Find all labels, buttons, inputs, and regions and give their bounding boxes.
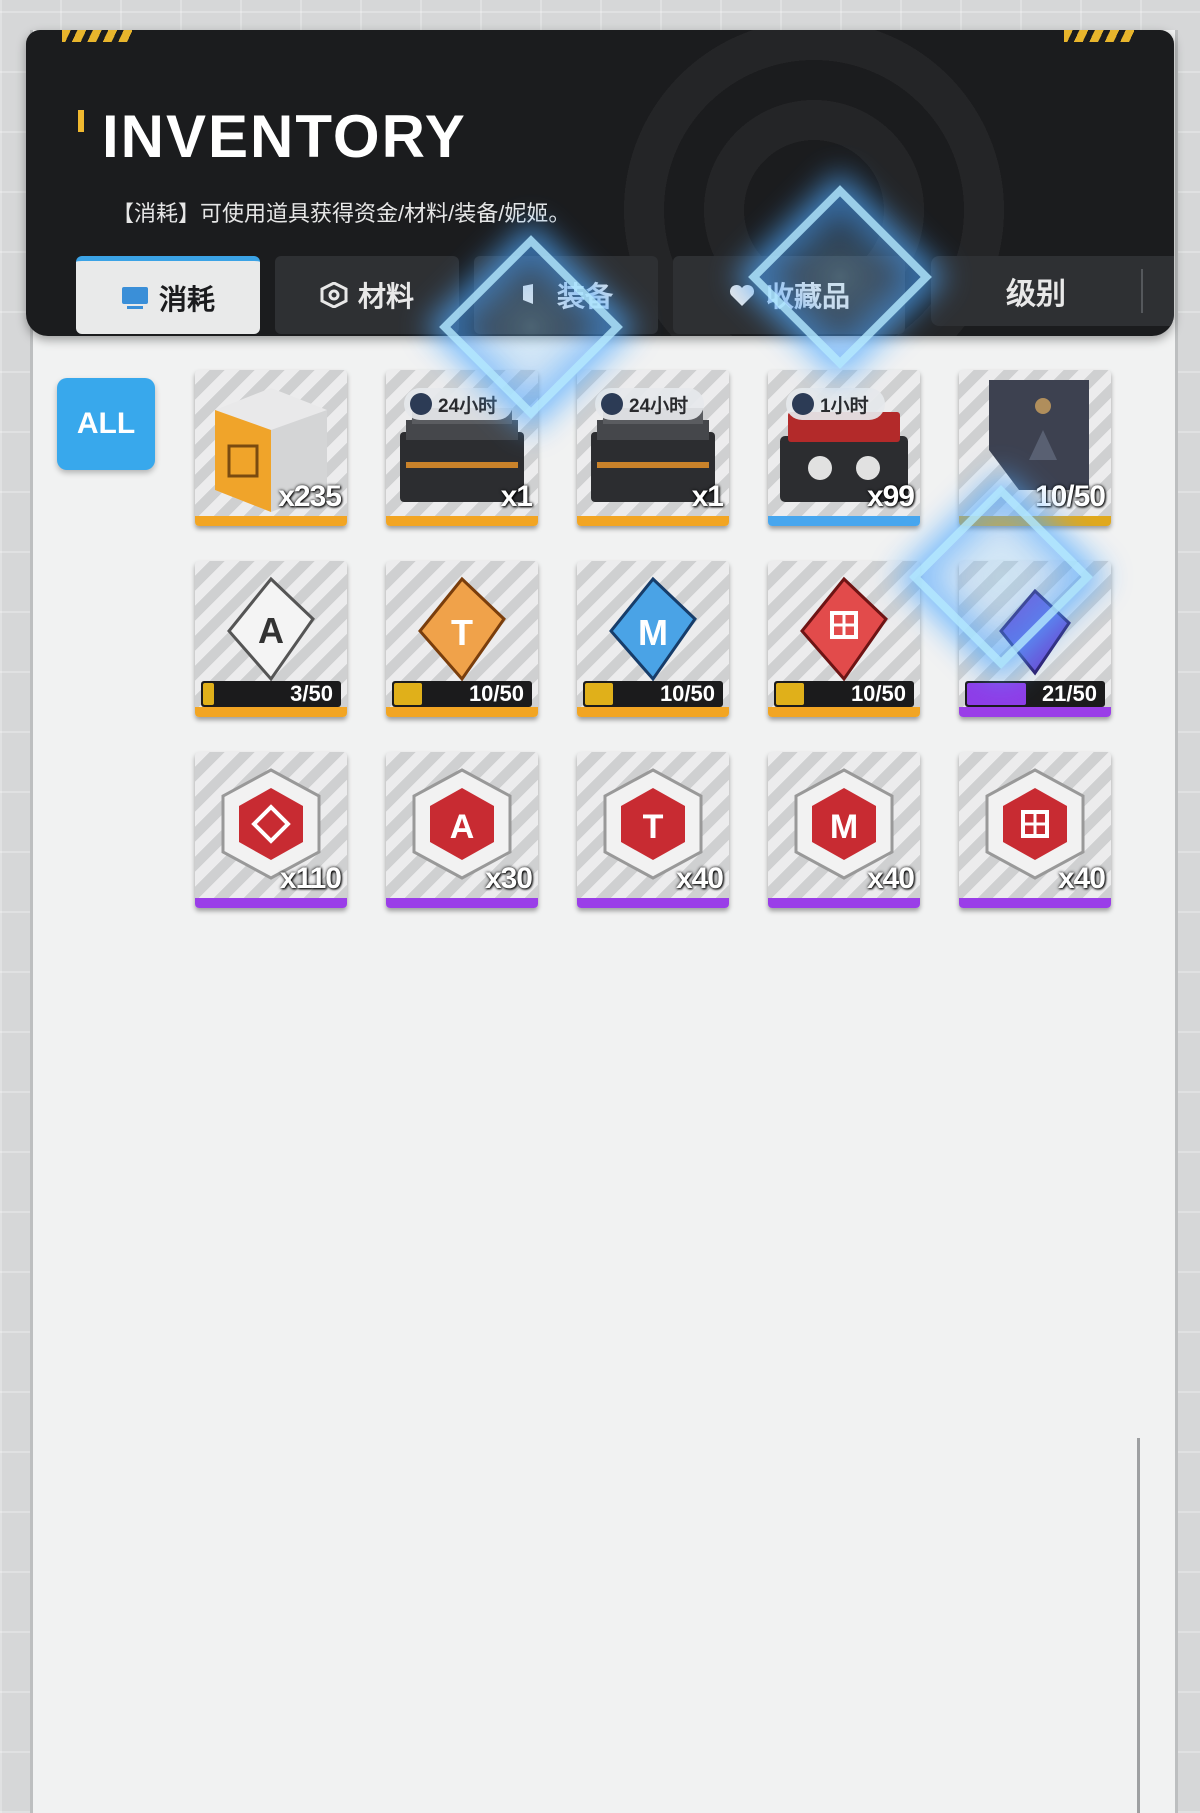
filter-all-button[interactable]: ALL <box>57 378 155 470</box>
tab-label: 装备 <box>556 281 613 312</box>
progress-text: 3/50 <box>290 681 333 706</box>
progress-fill <box>967 683 1026 705</box>
progress-text: 21/50 <box>1041 681 1097 706</box>
progress-bar: 21/50 <box>965 681 1105 707</box>
item-count: x40 <box>866 862 915 895</box>
sort-dropdown[interactable]: 级别 ▼ <box>931 256 1174 326</box>
item-slot[interactable]: 21/50 <box>959 561 1111 717</box>
rarity-bar <box>195 707 347 717</box>
item-slot[interactable]: 10/50 <box>768 561 920 717</box>
rarity-bar <box>959 898 1111 908</box>
tab-materials[interactable]: 材料 <box>275 256 459 334</box>
equipment-icon <box>522 284 533 304</box>
progress-bar: 3/50 <box>201 681 341 707</box>
rarity-bar <box>386 898 538 908</box>
svg-text:T: T <box>643 808 664 846</box>
item-count: x235 <box>278 480 342 513</box>
item-count: x99 <box>866 480 915 513</box>
rarity-bar <box>959 516 1111 526</box>
tab-label: 消耗 <box>158 283 215 315</box>
item-slot[interactable]: 24小时 x1 <box>577 370 729 526</box>
tab-consumables[interactable]: 消耗 <box>76 256 260 334</box>
category-tabs: 消耗 材料 装备 收藏品 级别 ▼ <box>76 256 1174 334</box>
svg-text:M: M <box>830 808 858 846</box>
svg-text:M: M <box>638 612 668 653</box>
item-slot[interactable]: T x40 <box>577 752 729 908</box>
box-icon <box>792 393 814 415</box>
inventory-header: INVENTORY 【消耗】可使用道具获得资金/材料/装备/妮姬。 消耗 材料 … <box>26 30 1174 336</box>
item-slot[interactable]: T 10/50 <box>386 561 538 717</box>
progress-text: 10/50 <box>468 681 524 706</box>
rarity-bar <box>195 516 347 526</box>
progress-text: 10/50 <box>850 681 906 706</box>
svg-text:A: A <box>450 808 475 846</box>
item-count: x1 <box>500 480 533 513</box>
rarity-bar <box>768 516 920 526</box>
progress-bar: 10/50 <box>774 681 914 707</box>
item-progress: 10/50 <box>1034 480 1106 513</box>
timer-label: 24小时 <box>438 395 498 417</box>
title-accent-mark <box>78 110 84 132</box>
tab-equipment[interactable]: 装备 <box>474 256 658 334</box>
timer-badge: 24小时 <box>595 388 705 420</box>
progress-text: 10/50 <box>659 681 715 706</box>
box-icon <box>410 393 432 415</box>
progress-fill <box>394 683 422 705</box>
rarity-bar <box>577 516 729 526</box>
item-count: x110 <box>279 862 342 895</box>
tab-label: 材料 <box>357 281 414 312</box>
progress-fill <box>776 683 804 705</box>
rarity-bar <box>768 707 920 717</box>
item-slot[interactable]: A x30 <box>386 752 538 908</box>
item-slot[interactable]: 24小时 x1 <box>386 370 538 526</box>
timer-badge: 24小时 <box>404 388 514 420</box>
item-slot[interactable]: x40 <box>959 752 1111 908</box>
hazard-stripe-left <box>62 30 132 42</box>
svg-text:T: T <box>451 612 473 653</box>
timer-label: 24小时 <box>629 395 689 417</box>
progress-bar: 10/50 <box>583 681 723 707</box>
chevron-down-icon: ▼ <box>1143 274 1174 308</box>
rarity-bar <box>959 707 1111 717</box>
item-slot[interactable]: x235 <box>195 370 347 526</box>
page-subtitle: 【消耗】可使用道具获得资金/材料/装备/妮姬。 <box>112 201 571 226</box>
hazard-stripe-right <box>1064 30 1134 42</box>
item-slot[interactable]: M 10/50 <box>577 561 729 717</box>
heart-icon <box>729 284 755 306</box>
timer-badge: 1小时 <box>786 388 885 420</box>
progress-fill <box>203 683 215 705</box>
item-slot[interactable]: x110 <box>195 752 347 908</box>
item-count: x40 <box>1057 862 1106 895</box>
sort-label: 级别 <box>1006 278 1066 311</box>
item-count: x30 <box>484 862 533 895</box>
item-slot[interactable]: 10/50 <box>959 370 1111 526</box>
item-count: x40 <box>675 862 724 895</box>
rarity-bar <box>386 516 538 526</box>
svg-text:A: A <box>258 610 284 651</box>
rarity-bar <box>577 707 729 717</box>
inventory-grid: x235 24小时 x1 24小时 x1 1小时 x99 10/50 A 3/5… <box>195 370 1111 908</box>
page-title: INVENTORY <box>102 103 467 170</box>
item-slot[interactable]: A 3/50 <box>195 561 347 717</box>
timer-label: 1小时 <box>820 395 869 417</box>
item-slot[interactable]: M x40 <box>768 752 920 908</box>
tab-label: 收藏品 <box>765 281 850 312</box>
item-slot[interactable]: 1小时 x99 <box>768 370 920 526</box>
scrollbar[interactable] <box>1137 1438 1140 1813</box>
rarity-bar <box>195 898 347 908</box>
progress-fill <box>585 683 613 705</box>
rarity-bar <box>386 707 538 717</box>
hexagon-icon <box>320 282 348 308</box>
progress-bar: 10/50 <box>392 681 532 707</box>
item-count: x1 <box>691 480 724 513</box>
tab-collectibles[interactable]: 收藏品 <box>673 256 905 334</box>
rarity-bar <box>577 898 729 908</box>
box-icon <box>601 393 623 415</box>
rarity-bar <box>768 898 920 908</box>
monitor-icon <box>121 286 148 309</box>
